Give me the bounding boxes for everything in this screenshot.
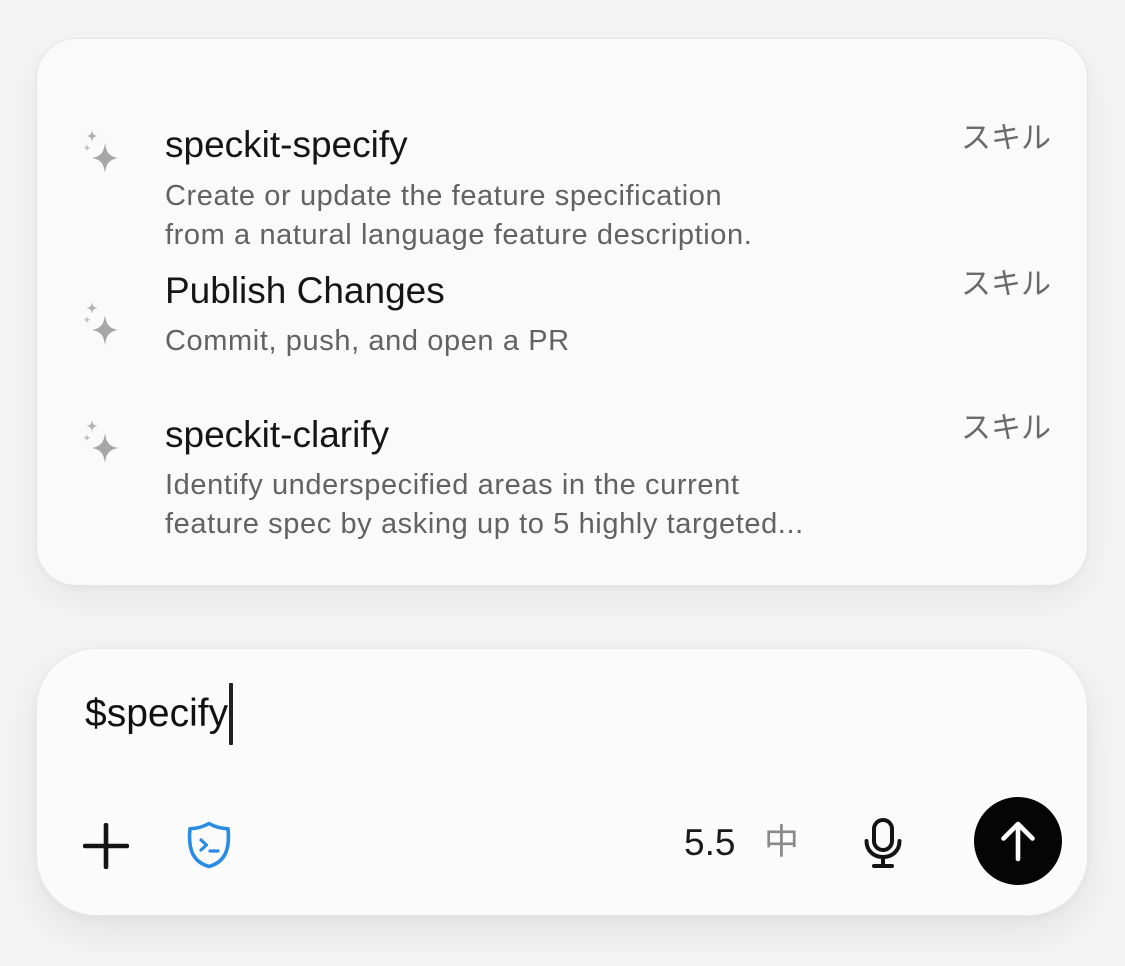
sandbox-permission-button[interactable] [183, 819, 235, 871]
suggestion-description: from a natural language feature descript… [165, 219, 753, 251]
message-input-text: $specify [85, 692, 229, 735]
add-attachment-button[interactable] [81, 821, 131, 871]
suggestion-title: Publish Changes [165, 270, 445, 311]
message-input[interactable]: $specify [85, 679, 234, 749]
composer: $specify 5.5 中 [36, 648, 1088, 916]
terminal-shield-icon [187, 821, 231, 869]
voice-input-button[interactable] [861, 817, 905, 871]
reasoning-effort-selector[interactable]: 中 [764, 821, 799, 865]
suggestion-title: speckit-specify [165, 124, 408, 165]
microphone-icon [864, 818, 902, 868]
suggestion-type-tag: スキル [961, 121, 1051, 156]
suggestion-type-tag: スキル [961, 411, 1051, 446]
sparkles-icon [81, 417, 125, 467]
suggestion-title: speckit-clarify [165, 414, 390, 455]
skill-suggestions-panel: speckit-specify Create or update the fea… [36, 38, 1088, 586]
suggestion-item-publish-changes[interactable]: Publish Changes Commit, push, and open a… [37, 265, 1087, 385]
suggestion-type-tag: スキル [961, 267, 1051, 302]
arrow-up-icon [1001, 821, 1035, 862]
suggestion-description: Identify underspecified areas in the cur… [165, 469, 740, 501]
model-selector[interactable]: 5.5 [684, 821, 735, 865]
sparkles-icon [81, 127, 125, 177]
text-caret [229, 683, 234, 745]
send-button[interactable] [974, 797, 1062, 885]
sparkles-icon [81, 299, 125, 349]
suggestion-item-speckit-specify[interactable]: speckit-specify Create or update the fea… [37, 79, 1087, 251]
suggestion-description: feature spec by asking up to 5 highly ta… [165, 508, 804, 540]
plus-icon [83, 823, 129, 869]
suggestion-item-speckit-clarify[interactable]: speckit-clarify Identify underspecified … [37, 409, 1087, 559]
suggestion-description: Create or update the feature specificati… [165, 180, 723, 212]
suggestion-description: Commit, push, and open a PR [165, 325, 570, 357]
